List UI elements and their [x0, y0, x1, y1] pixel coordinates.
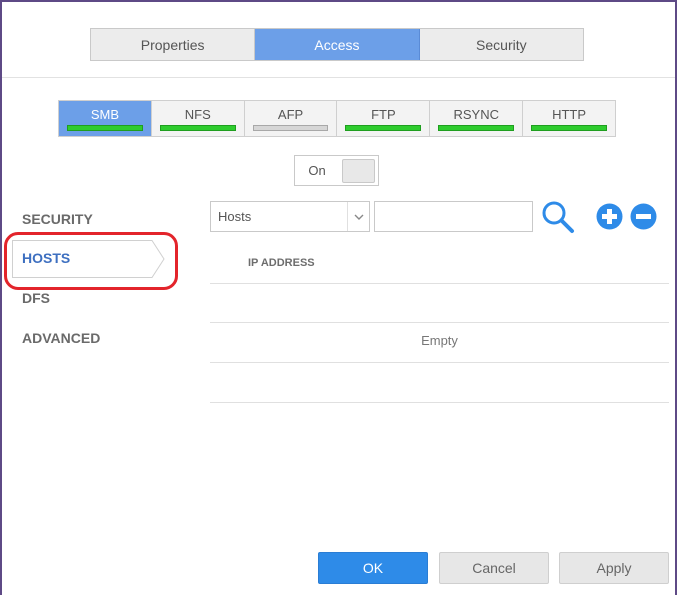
- protocol-tab-afp[interactable]: AFP: [244, 101, 338, 136]
- search-input[interactable]: [374, 201, 533, 232]
- cancel-button[interactable]: Cancel: [439, 552, 549, 584]
- protocol-tab-nfs[interactable]: NFS: [151, 101, 245, 136]
- protocol-tab-ftp[interactable]: FTP: [337, 101, 431, 136]
- nav-item-advanced[interactable]: ADVANCED: [22, 330, 100, 346]
- apply-button[interactable]: Apply: [559, 552, 669, 584]
- status-bar-on: [345, 125, 422, 131]
- filter-select[interactable]: Hosts: [210, 201, 370, 232]
- filter-select-value: Hosts: [218, 209, 252, 224]
- dialog-frame: [0, 0, 677, 595]
- search-icon[interactable]: [541, 200, 575, 234]
- plus-circle-icon[interactable]: [596, 203, 623, 230]
- nav-item-security[interactable]: SECURITY: [22, 211, 93, 227]
- top-tabs: Properties Access Security: [90, 28, 584, 61]
- protocol-label: HTTP: [552, 107, 587, 122]
- table-divider: [210, 362, 669, 363]
- protocol-tabs: SMB NFS AFP FTP RSYNC HTTP: [58, 100, 616, 137]
- table-divider: [210, 322, 669, 323]
- table-empty-message: Empty: [421, 333, 458, 348]
- protocol-label: FTP: [371, 107, 396, 122]
- protocol-tab-rsync[interactable]: RSYNC: [430, 101, 524, 136]
- nav-item-hosts[interactable]: HOSTS: [12, 240, 165, 278]
- chevron-down-icon: [347, 202, 369, 231]
- status-bar-on: [159, 125, 236, 131]
- protocol-label: SMB: [90, 107, 119, 122]
- toggle-label: On: [308, 163, 326, 178]
- toggle-knob: [342, 159, 375, 183]
- protocol-label: AFP: [277, 107, 304, 122]
- protocol-tab-smb[interactable]: SMB: [59, 101, 152, 136]
- protocol-label: NFS: [184, 107, 211, 122]
- status-bar-on: [438, 125, 515, 131]
- protocol-tab-http[interactable]: HTTP: [523, 101, 615, 136]
- tab-security[interactable]: Security: [419, 29, 583, 60]
- status-bar-off: [252, 125, 329, 131]
- status-bar-on: [67, 125, 143, 131]
- service-toggle[interactable]: On: [294, 155, 379, 186]
- minus-circle-icon[interactable]: [630, 203, 657, 230]
- column-header-ip-address[interactable]: IP ADDRESS: [248, 257, 315, 269]
- nav-item-hosts-label: HOSTS: [22, 250, 71, 266]
- tab-access[interactable]: Access: [255, 29, 420, 60]
- protocol-label: RSYNC: [453, 107, 499, 122]
- status-bar-on: [531, 125, 607, 131]
- divider: [2, 77, 675, 78]
- table-divider: [210, 283, 669, 284]
- table-divider: [210, 402, 669, 403]
- tab-properties[interactable]: Properties: [91, 29, 256, 60]
- ok-button[interactable]: OK: [318, 552, 428, 584]
- nav-item-dfs[interactable]: DFS: [22, 290, 50, 306]
